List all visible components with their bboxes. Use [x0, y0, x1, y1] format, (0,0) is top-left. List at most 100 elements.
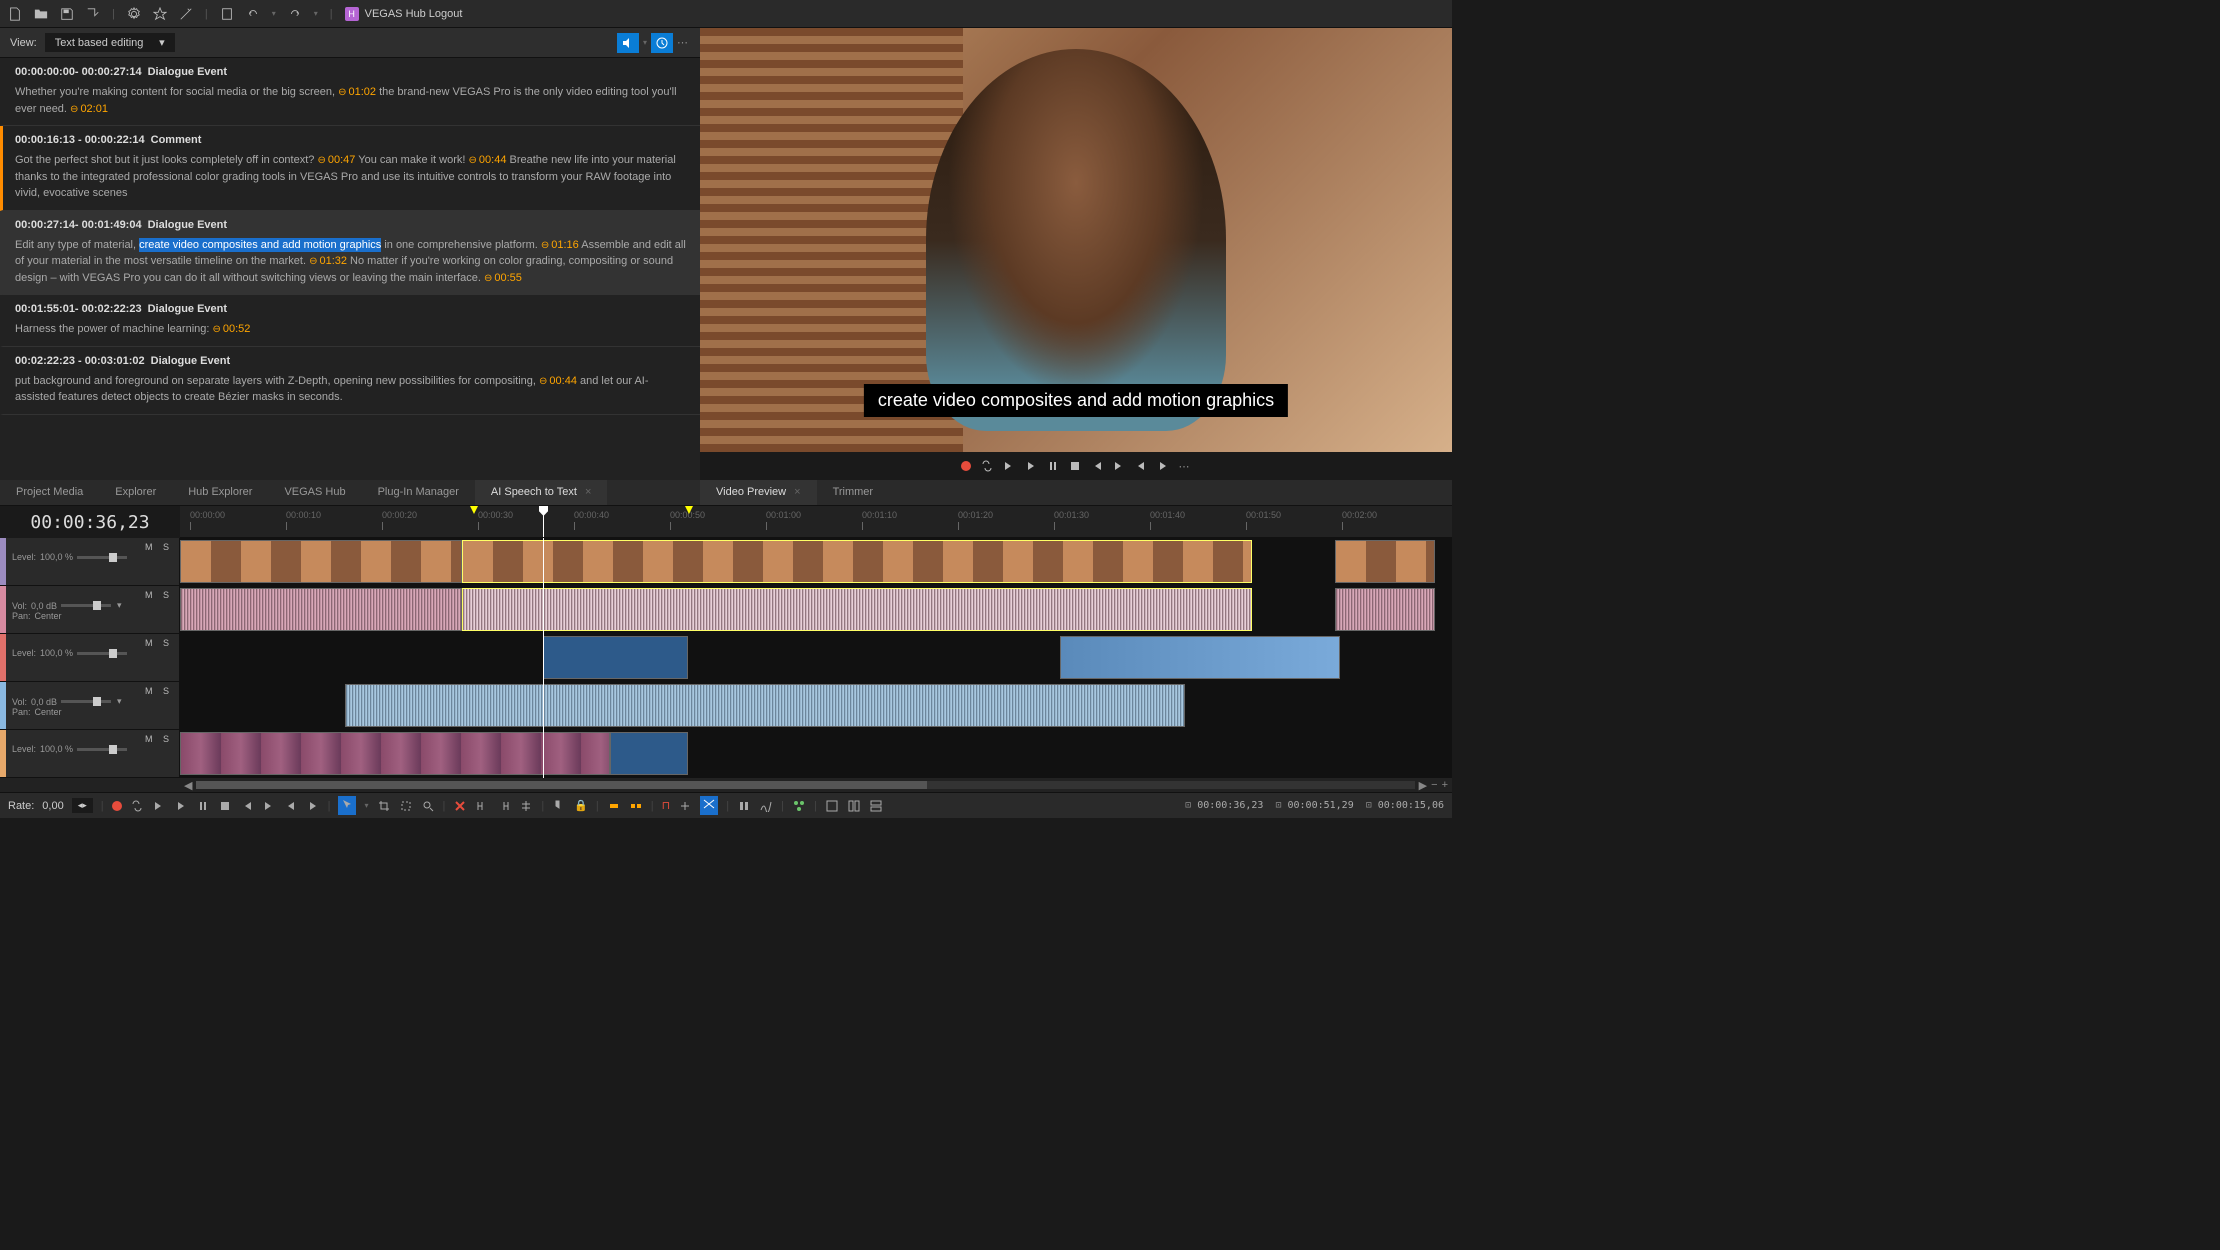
- video-preview[interactable]: create video composites and add motion g…: [700, 28, 1452, 452]
- mute-solo-buttons[interactable]: M S: [145, 686, 173, 696]
- dropdown-icon[interactable]: ▾: [117, 696, 122, 707]
- next-frame-icon[interactable]: [1157, 460, 1169, 472]
- fx-icon[interactable]: [737, 800, 751, 812]
- snap-icon[interactable]: ⊓: [662, 799, 671, 812]
- tab-project-media[interactable]: Project Media: [0, 480, 99, 505]
- audio-clip[interactable]: [180, 588, 462, 631]
- horizontal-scrollbar[interactable]: [196, 781, 1414, 789]
- snap-offset-icon[interactable]: [678, 800, 692, 812]
- track-header[interactable]: M S Level:100,0 %: [0, 730, 180, 777]
- next-frame-icon[interactable]: [306, 800, 320, 812]
- loop-icon[interactable]: [981, 460, 993, 472]
- stop-icon[interactable]: [1069, 460, 1081, 472]
- tab-vegas-hub[interactable]: VEGAS Hub: [268, 480, 361, 505]
- lock-icon[interactable]: 🔒: [574, 799, 588, 812]
- settings-gear-icon[interactable]: [127, 7, 141, 21]
- more-options-icon[interactable]: ⋯: [677, 36, 690, 49]
- automation-icon[interactable]: [759, 800, 773, 812]
- level-slider[interactable]: [77, 748, 127, 751]
- wand-icon[interactable]: [179, 7, 193, 21]
- play-start-icon[interactable]: [1003, 460, 1015, 472]
- trim-end-icon[interactable]: [497, 800, 511, 812]
- prev-frame-icon[interactable]: [1135, 460, 1147, 472]
- view-mode-select[interactable]: Text based editing ▾: [45, 33, 175, 52]
- record-button[interactable]: [961, 461, 971, 471]
- mute-solo-buttons[interactable]: M S: [145, 590, 173, 600]
- auto-crossfade-icon[interactable]: [700, 796, 718, 815]
- zoom-tool-icon[interactable]: [421, 800, 435, 812]
- track-content[interactable]: [180, 586, 1452, 633]
- mute-solo-buttons[interactable]: M S: [145, 734, 173, 744]
- pause-icon[interactable]: [196, 800, 210, 812]
- track-header[interactable]: M S Vol:0,0 dB▾ Pan:Center: [0, 586, 180, 633]
- vol-slider[interactable]: [61, 604, 111, 607]
- clipboard-icon[interactable]: [220, 7, 234, 21]
- selection-in-marker[interactable]: [470, 506, 478, 514]
- go-start-icon[interactable]: [240, 800, 254, 812]
- track-content[interactable]: [180, 634, 1452, 681]
- trim-start-icon[interactable]: [475, 800, 489, 812]
- tab-ai-speech[interactable]: AI Speech to Text×: [475, 480, 607, 505]
- audio-clip[interactable]: [345, 684, 1185, 727]
- selection-tool-icon[interactable]: [399, 800, 413, 812]
- hub-logout-button[interactable]: H VEGAS Hub Logout: [345, 7, 463, 21]
- prev-frame-icon[interactable]: [284, 800, 298, 812]
- comment-event[interactable]: 00:00:16:13 - 00:00:22:14Comment Got the…: [0, 126, 700, 211]
- video-clip[interactable]: [610, 732, 688, 775]
- new-file-icon[interactable]: [8, 7, 22, 21]
- generate-icon[interactable]: [792, 800, 806, 812]
- track-header[interactable]: M S Vol:0,0 dB▾ Pan:Center: [0, 682, 180, 729]
- mute-solo-buttons[interactable]: M S: [145, 542, 173, 552]
- zoom-out-icon[interactable]: −: [1431, 779, 1437, 791]
- tab-close-icon[interactable]: ×: [585, 486, 591, 498]
- video-clip-selected[interactable]: [462, 540, 1252, 583]
- go-end-icon[interactable]: [1113, 460, 1125, 472]
- track-content[interactable]: [180, 538, 1452, 585]
- level-slider[interactable]: [77, 652, 127, 655]
- tab-plugin-manager[interactable]: Plug-In Manager: [362, 480, 475, 505]
- vol-slider[interactable]: [61, 700, 111, 703]
- track-header[interactable]: M S Level:100,0 %: [0, 634, 180, 681]
- scroll-left-icon[interactable]: ◀: [184, 779, 192, 792]
- mute-solo-buttons[interactable]: M S: [145, 638, 173, 648]
- open-folder-icon[interactable]: [34, 7, 48, 21]
- undo-icon[interactable]: [246, 7, 260, 21]
- delete-icon[interactable]: [453, 800, 467, 812]
- audio-clip[interactable]: [1335, 588, 1435, 631]
- timeline-ruler[interactable]: 00:00:00 00:00:10 00:00:20 00:00:30 00:0…: [180, 506, 1452, 538]
- save-icon[interactable]: [60, 7, 74, 21]
- go-end-icon[interactable]: [262, 800, 276, 812]
- dialogue-event[interactable]: 00:00:00:00- 00:00:27:14Dialogue Event W…: [0, 58, 700, 126]
- level-slider[interactable]: [77, 556, 127, 559]
- tab-explorer[interactable]: Explorer: [99, 480, 172, 505]
- tab-hub-explorer[interactable]: Hub Explorer: [172, 480, 268, 505]
- video-clip[interactable]: [543, 636, 688, 679]
- marker-icon[interactable]: [552, 800, 566, 812]
- star-icon[interactable]: [153, 7, 167, 21]
- normal-edit-tool[interactable]: [338, 796, 356, 815]
- pause-icon[interactable]: [1047, 460, 1059, 472]
- split-icon[interactable]: [519, 800, 533, 812]
- export-icon[interactable]: [86, 7, 100, 21]
- layout-3-icon[interactable]: [869, 800, 883, 812]
- track-content[interactable]: [180, 682, 1452, 729]
- video-clip[interactable]: [1335, 540, 1435, 583]
- stop-icon[interactable]: [218, 800, 232, 812]
- dialogue-event-active[interactable]: 00:00:27:14- 00:01:49:04Dialogue Event E…: [0, 211, 700, 296]
- dialogue-event[interactable]: 00:01:55:01- 00:02:22:23Dialogue Event H…: [0, 295, 700, 347]
- video-clip[interactable]: [180, 732, 610, 775]
- video-clip[interactable]: [1060, 636, 1340, 679]
- dialogue-event[interactable]: 00:02:22:23 - 00:03:01:02Dialogue Event …: [0, 347, 700, 415]
- zoom-in-icon[interactable]: +: [1442, 779, 1448, 791]
- ripple-icon[interactable]: [629, 800, 643, 812]
- play-icon[interactable]: [174, 800, 188, 812]
- dropdown-icon[interactable]: ▾: [117, 600, 122, 611]
- auto-ripple-icon[interactable]: [607, 800, 621, 812]
- audio-mode-button[interactable]: [617, 33, 639, 53]
- layout-2-icon[interactable]: [847, 800, 861, 812]
- tab-trimmer[interactable]: Trimmer: [817, 480, 890, 505]
- clock-mode-button[interactable]: [651, 33, 673, 53]
- redo-icon[interactable]: [288, 7, 302, 21]
- timecode-display[interactable]: 00:00:36,23: [0, 506, 180, 538]
- layout-1-icon[interactable]: [825, 800, 839, 812]
